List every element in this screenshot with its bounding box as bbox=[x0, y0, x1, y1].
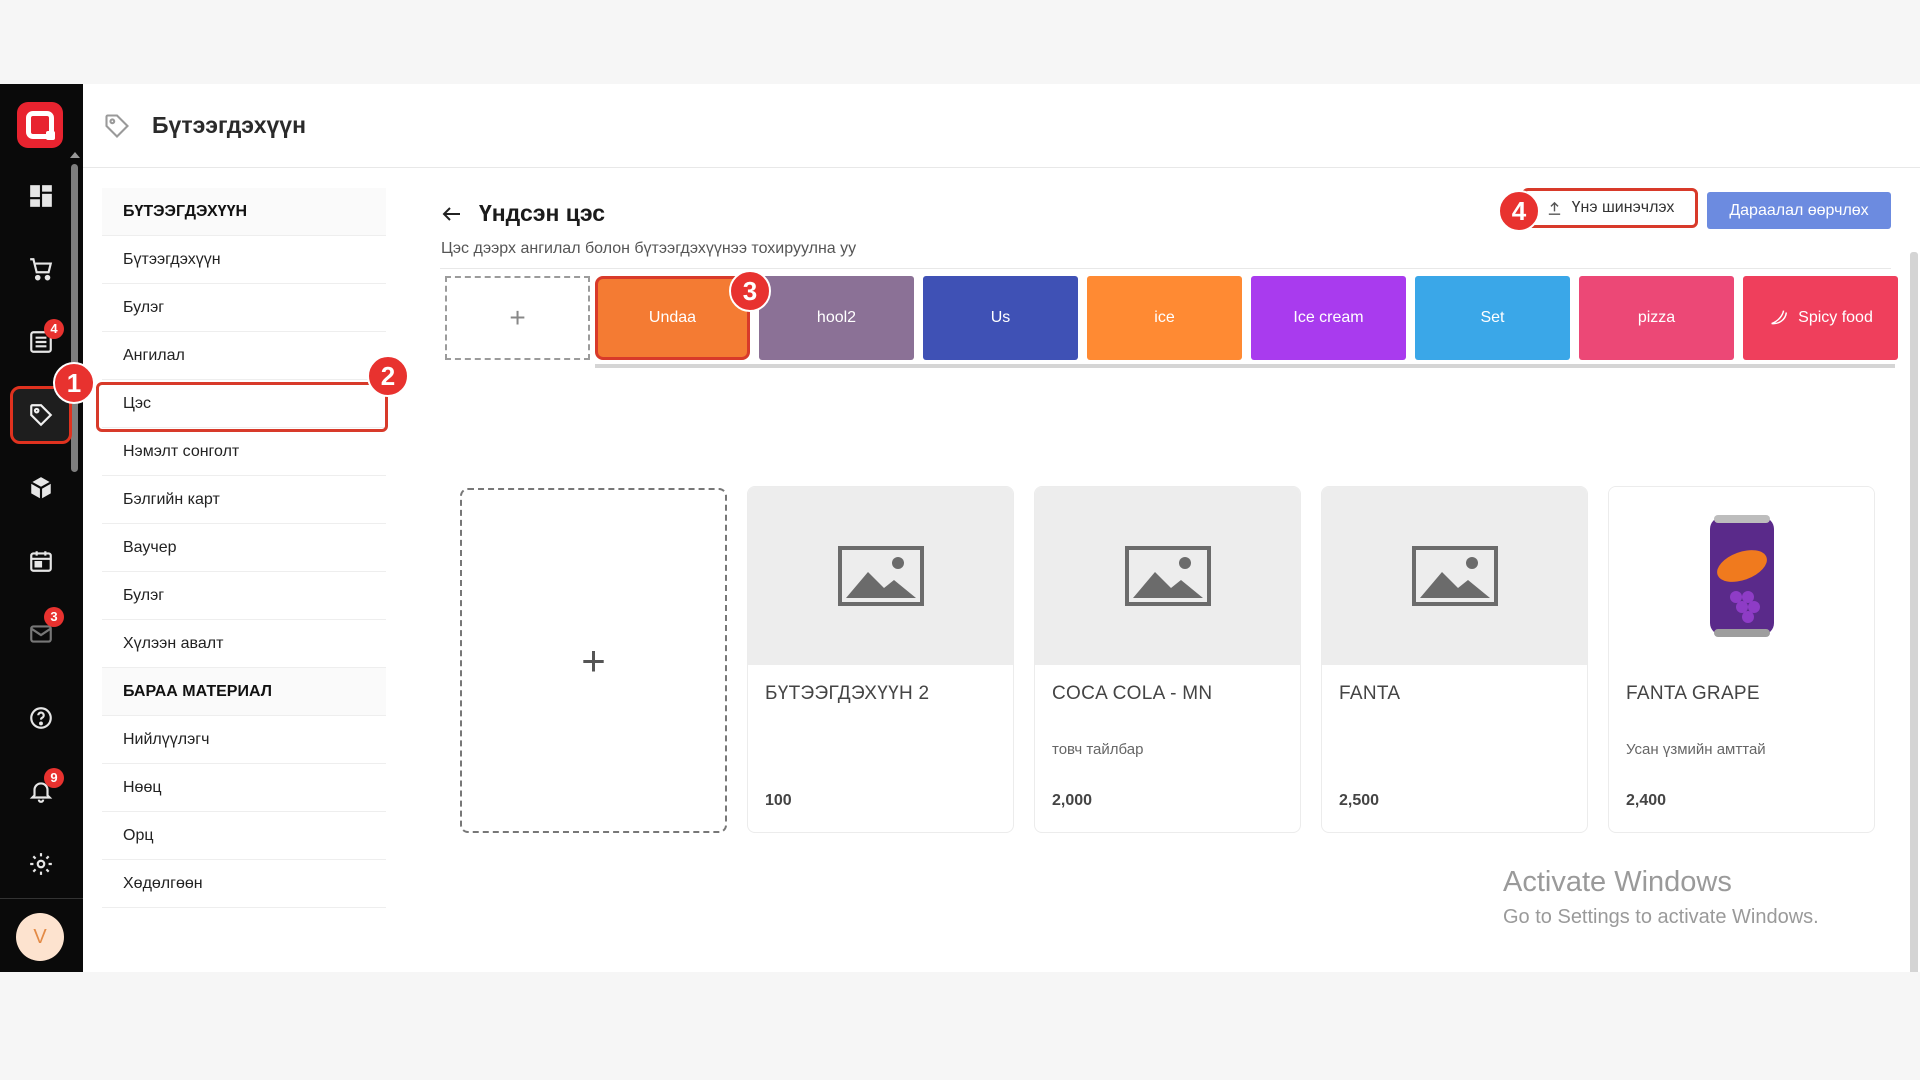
product-image-placeholder bbox=[1035, 487, 1300, 665]
cart-icon bbox=[30, 258, 53, 281]
calendar-icon bbox=[30, 551, 52, 572]
main-content: Үндсэн цэс Цэс дээрх ангилал болон бүтээ… bbox=[440, 168, 1920, 972]
product-desc: товч тайлбар bbox=[1052, 741, 1144, 758]
step-marker-2: 2 bbox=[367, 355, 409, 397]
product-card[interactable]: FANTA 2,500 bbox=[1321, 486, 1588, 833]
icon-rail: 4 3 9 V bbox=[0, 84, 83, 972]
product-image-placeholder bbox=[748, 487, 1013, 665]
rail-scroll-up-icon[interactable] bbox=[70, 152, 80, 158]
update-price-label: Үнэ шинэчлэх bbox=[1571, 199, 1675, 216]
grape-soda-can-icon bbox=[1709, 515, 1774, 637]
help-icon bbox=[30, 707, 52, 729]
rail-inventory[interactable] bbox=[10, 459, 72, 517]
image-placeholder-icon bbox=[1124, 546, 1211, 606]
rail-orders[interactable]: 4 bbox=[10, 313, 72, 371]
windows-watermark-subtitle: Go to Settings to activate Windows. bbox=[1503, 906, 1819, 928]
step-marker-1: 1 bbox=[53, 362, 95, 404]
rail-divider bbox=[0, 898, 83, 899]
upload-icon bbox=[1548, 201, 1560, 215]
nav-item-modifiers[interactable]: Нэмэлт сонголт bbox=[102, 428, 386, 476]
product-image bbox=[1609, 487, 1874, 665]
app-window: 4 3 9 V Бүтээгдэхүүн БҮТЭЭГДЭХҮҮН Бүтээг… bbox=[0, 84, 1920, 972]
nav-section-materials: БАРАА МАТЕРИАЛ bbox=[102, 668, 386, 716]
notifications-badge: 9 bbox=[44, 768, 64, 788]
page-header-title: Бүтээгдэхүүн bbox=[152, 112, 306, 138]
tag-icon bbox=[105, 114, 129, 138]
rail-cart[interactable] bbox=[10, 240, 72, 298]
tab-us[interactable]: Us bbox=[923, 276, 1078, 360]
page-subtitle: Цэс дээрх ангилал болон бүтээгдэхүүнээ т… bbox=[441, 240, 857, 257]
add-product-card[interactable]: + bbox=[460, 488, 727, 833]
tab-pizza[interactable]: pizza bbox=[1579, 276, 1734, 360]
product-card[interactable]: БҮТЭЭГДЭХҮҮН 2 100 bbox=[747, 486, 1014, 833]
orders-badge: 4 bbox=[44, 319, 64, 339]
nav-item-movements[interactable]: Хөдөлгөөн bbox=[102, 860, 386, 908]
product-card[interactable]: COCA COLA - MN товч тайлбар 2,000 bbox=[1034, 486, 1301, 833]
reorder-button[interactable]: Дараалал өөрчлөх bbox=[1707, 192, 1891, 229]
nav-item-products[interactable]: Бүтээгдэхүүн bbox=[102, 236, 386, 284]
tab-undaa[interactable]: Undaa bbox=[595, 276, 750, 360]
step-marker-3: 3 bbox=[729, 270, 771, 312]
product-price: 2,400 bbox=[1626, 792, 1667, 809]
rail-scrollbar[interactable] bbox=[71, 164, 78, 472]
messages-badge: 3 bbox=[44, 607, 64, 627]
product-name: FANTA GRAPE bbox=[1626, 683, 1760, 704]
product-name: COCA COLA - MN bbox=[1052, 683, 1213, 704]
nav-item-suppliers[interactable]: Нийлүүлэгч bbox=[102, 716, 386, 764]
nav-item-stock[interactable]: Нөөц bbox=[102, 764, 386, 812]
product-name: БҮТЭЭГДЭХҮҮН 2 bbox=[765, 683, 930, 704]
rail-settings[interactable] bbox=[10, 835, 72, 893]
tab-ice-cream[interactable]: Ice cream bbox=[1251, 276, 1406, 360]
top-header: Бүтээгдэхүүн bbox=[83, 84, 1920, 168]
rail-messages[interactable]: 3 bbox=[10, 605, 72, 663]
rail-notifications[interactable]: 9 bbox=[10, 762, 72, 820]
nav-item-groups[interactable]: Булэг bbox=[102, 284, 386, 332]
box-icon bbox=[30, 477, 52, 499]
nav-section-products: БҮТЭЭГДЭХҮҮН bbox=[102, 188, 386, 236]
avatar[interactable]: V bbox=[16, 913, 64, 961]
product-price: 2,500 bbox=[1339, 792, 1380, 809]
nav-item-groups-2[interactable]: Булэг bbox=[102, 572, 386, 620]
step-marker-4: 4 bbox=[1498, 190, 1540, 232]
rail-help[interactable] bbox=[10, 689, 72, 747]
tab-ice[interactable]: ice bbox=[1087, 276, 1242, 360]
rail-dashboard[interactable] bbox=[10, 167, 72, 225]
app-logo[interactable] bbox=[17, 102, 63, 148]
tab-spicy-food-label: Spicy food bbox=[1798, 309, 1873, 326]
gear-icon bbox=[30, 853, 52, 875]
product-price: 100 bbox=[765, 792, 792, 809]
add-tab-button[interactable]: + bbox=[445, 276, 590, 360]
tabs-scrollbar[interactable] bbox=[595, 364, 1895, 368]
rail-calendar[interactable] bbox=[10, 532, 72, 590]
menu-tabs: + Undaa hool2 Us ice Ice cream Set pizza… bbox=[445, 276, 1898, 368]
product-price: 2,000 bbox=[1052, 792, 1093, 809]
nav-item-categories[interactable]: Ангилал bbox=[102, 332, 386, 380]
image-placeholder-icon bbox=[837, 546, 924, 606]
category-nav: БҮТЭЭГДЭХҮҮН Бүтээгдэхүүн Булэг Ангилал … bbox=[96, 188, 388, 908]
tag-icon bbox=[30, 404, 53, 427]
tab-spicy-food[interactable]: Spicy food bbox=[1743, 276, 1898, 360]
nav-item-voucher[interactable]: Ваучер bbox=[102, 524, 386, 572]
page-title: Үндсэн цэс bbox=[479, 200, 606, 226]
dashboard-icon bbox=[30, 185, 52, 207]
product-desc: Усан үзмийн амттай bbox=[1626, 741, 1766, 758]
image-placeholder-icon bbox=[1411, 546, 1498, 606]
page-scrollbar[interactable] bbox=[1910, 252, 1918, 972]
tab-hool2[interactable]: hool2 bbox=[759, 276, 914, 360]
section-divider bbox=[440, 268, 1891, 269]
tab-set[interactable]: Set bbox=[1415, 276, 1570, 360]
chili-icon bbox=[1771, 310, 1788, 325]
nav-item-receiving[interactable]: Хүлээн авалт bbox=[102, 620, 386, 668]
product-name: FANTA bbox=[1339, 683, 1401, 704]
nav-item-gift-card[interactable]: Бэлгийн карт bbox=[102, 476, 386, 524]
product-image-placeholder bbox=[1322, 487, 1587, 665]
nav-item-ingredients[interactable]: Орц bbox=[102, 812, 386, 860]
windows-watermark-title: Activate Windows bbox=[1503, 866, 1732, 898]
nav-item-menu[interactable]: Цэс bbox=[96, 380, 388, 432]
product-card[interactable]: FANTA GRAPE Усан үзмийн амттай 2,400 bbox=[1608, 486, 1875, 833]
update-price-button[interactable]: Үнэ шинэчлэх bbox=[1522, 188, 1698, 228]
back-arrow-icon[interactable] bbox=[440, 202, 464, 226]
